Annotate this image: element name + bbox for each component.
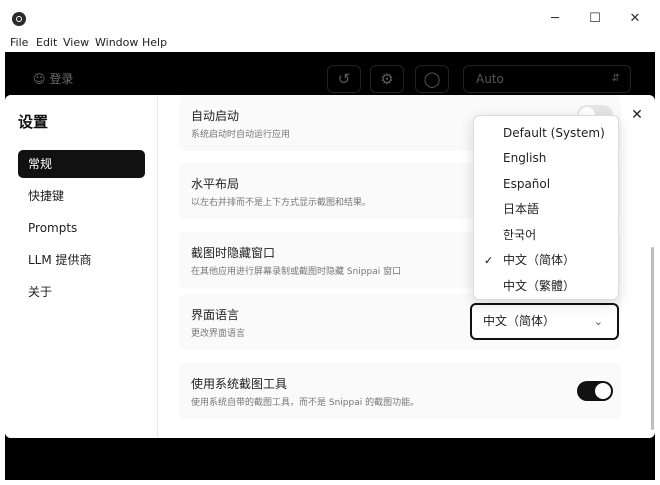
language-option[interactable]: Default (System) [474, 121, 618, 146]
globe-icon: ◯ [423, 70, 441, 88]
login-link[interactable]: ☺ 登录 [33, 70, 73, 87]
toggle-knob [595, 383, 611, 399]
menu-bar: File Edit View Window Help [5, 33, 655, 52]
language-dropdown: Default (System) English Español 日本語 한국어… [473, 115, 619, 300]
setting-desc: 系统启动时自动运行应用 [191, 130, 291, 140]
gear-icon: ⚙ [380, 70, 394, 88]
option-label: 한국어 [503, 228, 537, 242]
system-screenshot-toggle[interactable] [577, 381, 613, 401]
option-label: 日本語 [503, 202, 540, 216]
history-icon: ↺ [337, 70, 351, 88]
option-label: 中文（繁體） [503, 279, 576, 293]
mode-select[interactable]: Auto ⇵ [463, 65, 631, 93]
setting-title: 水平布局 [191, 177, 240, 191]
close-window-button[interactable]: ✕ [615, 5, 655, 33]
history-button[interactable]: ↺ [327, 65, 361, 93]
mode-select-value: Auto [476, 72, 504, 86]
menu-view[interactable]: View [63, 36, 89, 49]
setting-desc: 更改界面语言 [191, 329, 246, 339]
option-label: 中文（简体） [503, 253, 576, 267]
language-select[interactable]: 中文（简体） ⌄ [470, 303, 619, 340]
language-option-selected[interactable]: ✓ 中文（简体） [474, 248, 618, 273]
option-label: Español [503, 177, 551, 191]
language-option[interactable]: 한국어 [474, 223, 618, 248]
setting-title: 界面语言 [191, 308, 240, 322]
setting-title: 自动启动 [191, 109, 240, 123]
menu-edit[interactable]: Edit [36, 36, 57, 49]
language-option[interactable]: 日本語 [474, 197, 618, 222]
user-icon: ☺ [33, 72, 46, 86]
language-option[interactable]: English [474, 146, 618, 171]
language-option[interactable]: 中文（繁體） [474, 274, 618, 299]
nav-item-shortcuts[interactable]: 快捷键 [18, 182, 145, 210]
chevron-down-icon: ⌄ [593, 315, 603, 328]
menu-file[interactable]: File [10, 36, 28, 49]
nav-item-prompts[interactable]: Prompts [18, 214, 145, 242]
language-option[interactable]: Español [474, 172, 618, 197]
dialog-title: 设置 [18, 113, 49, 131]
settings-sidebar: 设置 常规 快捷键 Prompts LLM 提供商 关于 [5, 95, 158, 438]
close-icon[interactable]: ✕ [629, 107, 645, 123]
chevron-updown-icon: ⇵ [611, 73, 620, 84]
app-window: ─ ☐ ✕ File Edit View Window Help ☺ 登录 ↺ … [0, 0, 660, 485]
app-logo-icon [12, 12, 26, 26]
nav-item-llm-providers[interactable]: LLM 提供商 [18, 246, 145, 274]
menu-window[interactable]: Window [95, 36, 138, 49]
setting-desc: 在其他应用进行屏幕录制或截图时隐藏 Snippai 窗口 [191, 267, 402, 277]
nav-item-general[interactable]: 常规 [18, 150, 145, 178]
check-icon: ✓ [484, 254, 494, 267]
option-label: English [503, 151, 547, 165]
setting-desc: 以左右并排而不是上下方式显示截图和结果。 [191, 198, 372, 208]
login-label: 登录 [49, 72, 74, 86]
setting-desc: 使用系统自带的截图工具，而不是 Snippai 的截图功能。 [191, 398, 420, 408]
setting-title: 截图时隐藏窗口 [191, 246, 276, 260]
maximize-button[interactable]: ☐ [575, 5, 615, 33]
menu-help[interactable]: Help [142, 36, 167, 49]
minimize-button[interactable]: ─ [535, 5, 575, 33]
option-label: Default (System) [503, 126, 605, 140]
setting-title: 使用系统截图工具 [191, 377, 288, 391]
setting-row-system-screenshot: 使用系统截图工具 使用系统自带的截图工具，而不是 Snippai 的截图功能。 [179, 363, 621, 419]
settings-button[interactable]: ⚙ [370, 65, 404, 93]
language-button[interactable]: ◯ [415, 65, 449, 93]
title-bar[interactable]: ─ ☐ ✕ [5, 5, 655, 33]
nav-item-about[interactable]: 关于 [18, 278, 145, 306]
language-select-value: 中文（简体） [483, 314, 556, 328]
scrollbar[interactable] [651, 247, 654, 430]
